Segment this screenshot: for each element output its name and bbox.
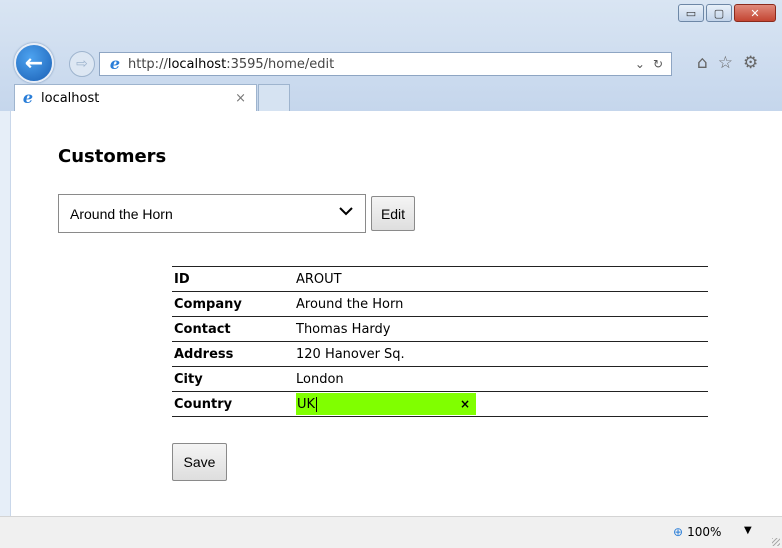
status-bar: ⊕ 100% ▼ [0,516,782,548]
refresh-icon[interactable]: ↻ [653,57,663,71]
tab-close-icon[interactable]: × [235,91,246,106]
window-left-edge [0,111,11,516]
zoom-level: 100% [687,525,722,539]
favorites-icon[interactable]: ☆ [718,53,733,73]
table-row: ID AROUT [172,266,708,292]
customer-details-table: ID AROUT Company Around the Horn Contact… [172,266,708,417]
edit-button[interactable]: Edit [371,196,415,231]
close-window-button[interactable]: ✕ [734,4,776,22]
url-host: localhost [167,56,227,72]
maximize-button[interactable]: ▢ [706,4,732,22]
ie-tab-icon: e [22,88,34,107]
table-row: Country UK × [172,391,708,417]
table-row: Company Around the Horn [172,291,708,317]
tab-localhost[interactable]: e localhost × [14,84,257,111]
zoom-dropdown-icon[interactable]: ▼ [744,525,752,536]
minimize-button[interactable]: ▭ [678,4,704,22]
table-row: Address 120 Hanover Sq. [172,341,708,367]
field-value: Around the Horn [294,291,708,317]
text-caret [316,396,318,412]
page-title: Customers [58,146,167,167]
address-tools: ⌄ ↻ [635,57,671,71]
save-button[interactable]: Save [172,443,227,481]
field-label: ID [172,266,294,292]
url-rest: :3595/home/edit [226,56,335,72]
resize-grip[interactable] [772,538,780,546]
address-bar[interactable]: e http://localhost:3595/home/edit ⌄ ↻ [99,52,672,76]
home-icon[interactable]: ⌂ [697,53,708,73]
toolbar-icons: ⌂ ☆ ⚙ [697,53,758,73]
table-row: City London [172,366,708,392]
tab-title: localhost [41,90,100,106]
table-row: Contact Thomas Hardy [172,316,708,342]
field-label: Contact [172,316,294,342]
customer-select[interactable]: Around the Horn [58,194,366,233]
browser-window: ▭ ▢ ✕ ← ⇨ e http://localhost:3595/home/e… [0,0,782,548]
field-label: Address [172,341,294,367]
back-button[interactable]: ← [14,43,54,83]
forward-button[interactable]: ⇨ [69,51,95,77]
zoom-control[interactable]: ⊕ 100% [673,525,721,539]
window-controls: ▭ ▢ ✕ [678,4,776,22]
field-label: City [172,366,294,392]
field-value: Thomas Hardy [294,316,708,342]
country-input[interactable]: UK × [296,393,476,415]
browser-chrome: ▭ ▢ ✕ ← ⇨ e http://localhost:3595/home/e… [0,0,782,111]
ie-page-icon: e [109,54,121,73]
url-prefix: http:// [128,56,168,72]
clear-icon[interactable]: × [460,397,470,411]
field-value: AROUT [294,266,708,292]
compatibility-icon[interactable]: ⌄ [635,57,645,71]
field-value: 120 Hanover Sq. [294,341,708,367]
field-label: Company [172,291,294,317]
field-value: London [294,366,708,392]
field-label: Country [172,391,294,417]
country-input-value: UK [297,396,316,412]
new-tab-button[interactable] [258,84,290,111]
chevron-down-icon [339,207,353,216]
settings-icon[interactable]: ⚙ [743,53,758,73]
zoom-in-icon: ⊕ [673,525,684,539]
customer-select-value: Around the Horn [70,205,173,222]
country-cell: UK × [294,391,708,417]
